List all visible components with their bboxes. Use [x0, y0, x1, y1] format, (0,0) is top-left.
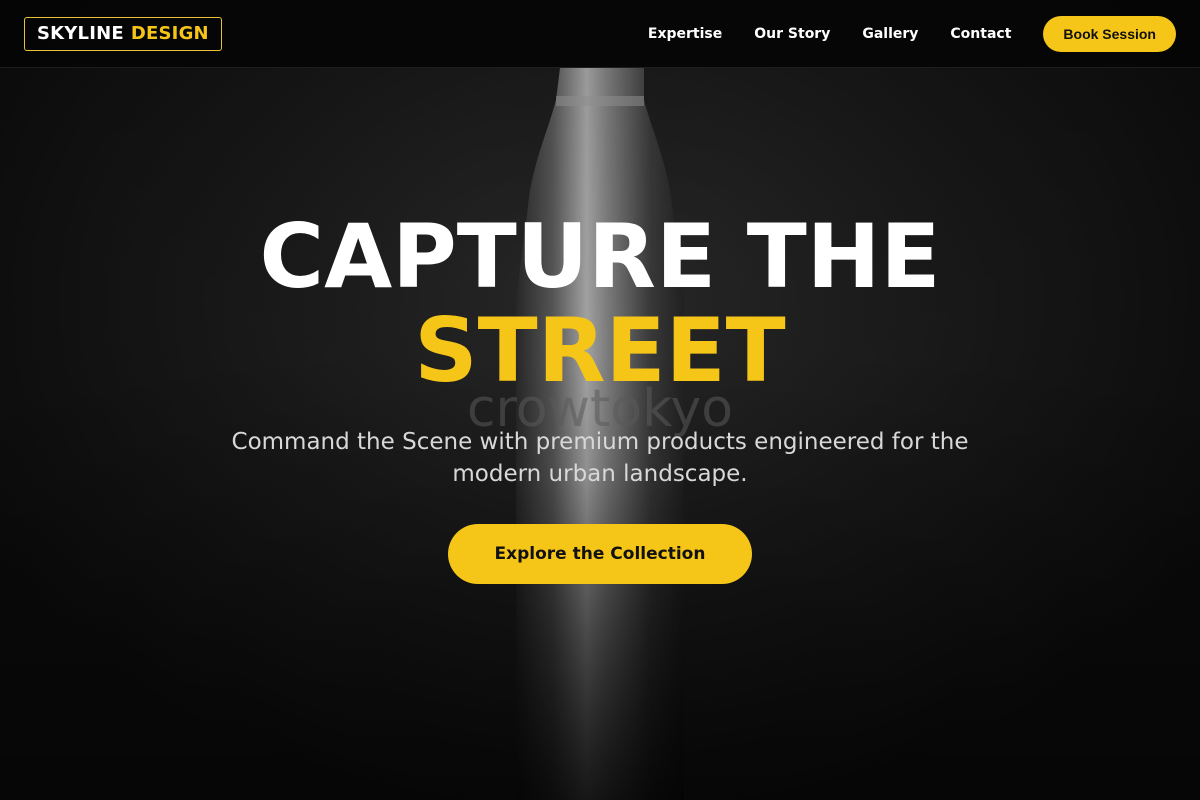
nav-link-our-story[interactable]: Our Story	[754, 26, 830, 42]
nav-link-expertise[interactable]: Expertise	[648, 26, 722, 42]
explore-collection-button[interactable]: Explore the Collection	[448, 524, 752, 584]
headline-line-2: STREET	[414, 299, 786, 402]
nav-link-contact[interactable]: Contact	[950, 26, 1011, 42]
headline-line-1: CAPTURE THE	[259, 205, 941, 308]
nav-links: Expertise Our Story Gallery Contact	[648, 26, 1011, 42]
book-session-button[interactable]: Book Session	[1043, 15, 1176, 52]
hero-subtitle: Command the Scene with premium products …	[231, 429, 969, 487]
brand-name-accent: DESIGN	[130, 22, 209, 44]
top-navbar: SKYLINE DESIGN Expertise Our Story Galle…	[0, 0, 1200, 68]
hero-section: CAPTURE THE STREET Command the Scene wit…	[0, 210, 1200, 584]
nav-right: Expertise Our Story Gallery Contact Book…	[648, 15, 1176, 52]
landing-page: crowtokyo SKYLINE DESIGN Expertise Our S…	[0, 0, 1200, 800]
brand-logo[interactable]: SKYLINE DESIGN	[24, 16, 222, 51]
hero-headline: CAPTURE THE STREET	[0, 210, 1200, 398]
brand-name-primary: SKYLINE	[37, 22, 124, 44]
nav-link-gallery[interactable]: Gallery	[862, 26, 918, 42]
